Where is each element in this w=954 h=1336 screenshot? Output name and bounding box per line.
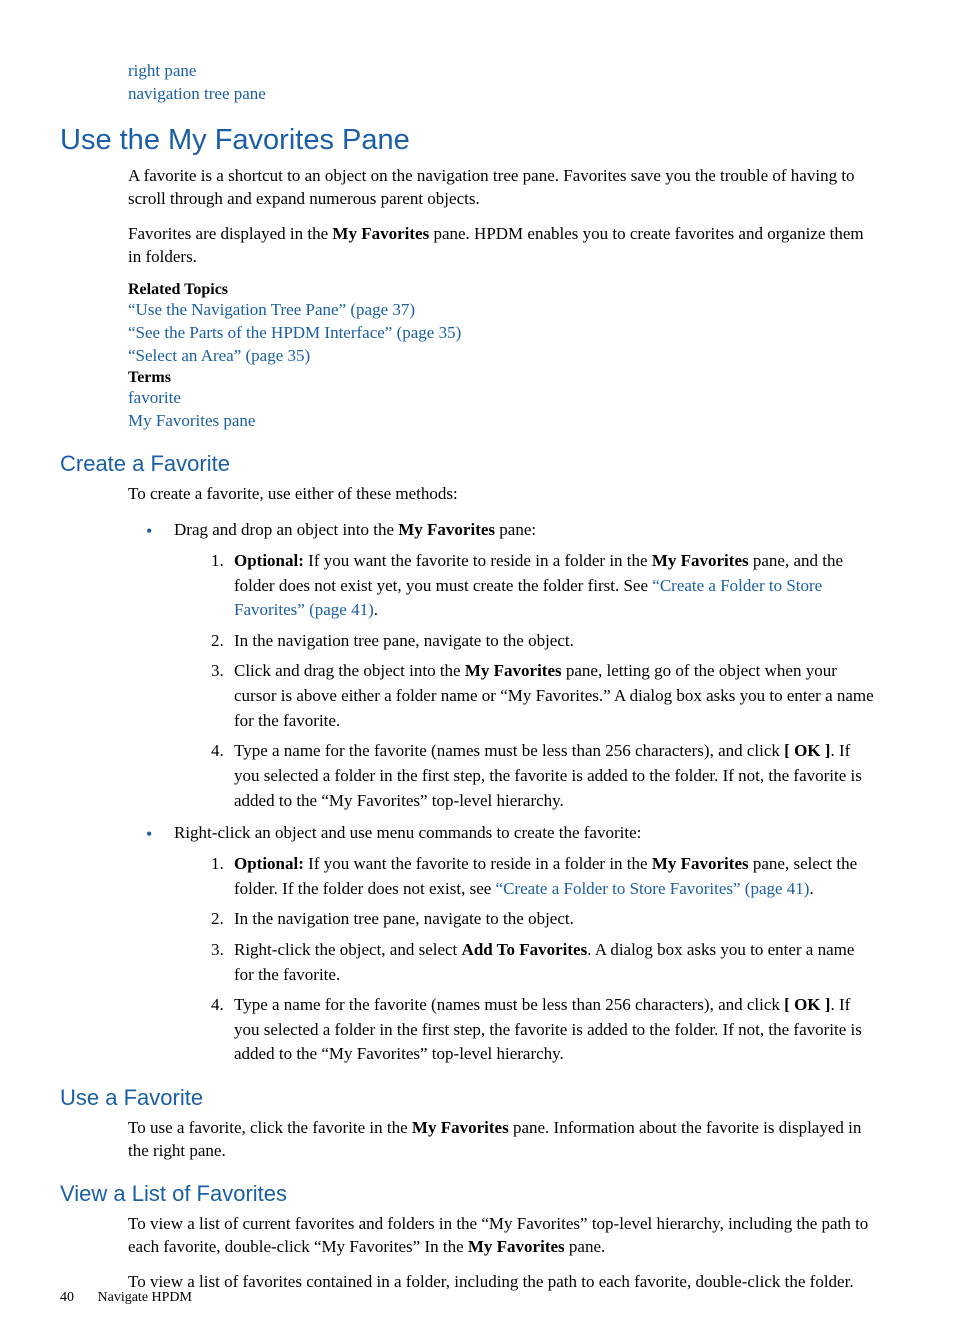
step-add-to-favorites: Right-click the object, and select Add T… [228,938,874,987]
step-navigate-object: In the navigation tree pane, navigate to… [228,629,874,654]
text: If you want the favorite to reside in a … [304,551,652,570]
text: Click and drag the object into the [234,661,465,680]
paragraph-favorite-intro: A favorite is a shortcut to an object on… [128,165,874,211]
step-optional-select-folder: Optional: If you want the favorite to re… [228,852,874,901]
heading-view-list-favorites: View a List of Favorites [60,1181,874,1207]
text: To use a favorite, click the favorite in… [128,1118,412,1137]
step-click-drag: Click and drag the object into the My Fa… [228,659,874,733]
text: Favorites are displayed in the [128,224,332,243]
text: Type a name for the favorite (names must… [234,995,784,1014]
bold-ok: [ OK ] [784,741,830,760]
bold-my-favorites: My Favorites [652,854,749,873]
step-optional-create-folder: Optional: If you want the favorite to re… [228,549,874,623]
bold-my-favorites: My Favorites [412,1118,509,1137]
paragraph-use-favorite: To use a favorite, click the favorite in… [128,1117,874,1163]
bold-my-favorites: My Favorites [332,224,429,243]
label-related-topics: Related Topics [128,281,228,298]
text: Right-click the object, and select [234,940,462,959]
bold-my-favorites: My Favorites [468,1237,565,1256]
text: Right-click an object and use menu comma… [174,823,641,842]
bold-my-favorites: My Favorites [652,551,749,570]
preceding-terms: right pane navigation tree pane [128,60,874,106]
bold-optional: Optional: [234,854,304,873]
text: Type a name for the favorite (names must… [234,741,784,760]
footer-title: Navigate HPDM [98,1290,193,1305]
paragraph-favorites-displayed: Favorites are displayed in the My Favori… [128,223,874,269]
heading-create-a-favorite: Create a Favorite [60,451,874,477]
paragraph-create-intro: To create a favorite, use either of thes… [128,483,874,506]
heading-use-a-favorite: Use a Favorite [60,1085,874,1111]
link-use-navigation-tree-pane[interactable]: “Use the Navigation Tree Pane” (page 37) [128,299,874,322]
text: . [374,600,378,619]
term-favorite[interactable]: favorite [128,387,874,410]
step-type-name-ok: Type a name for the favorite (names must… [228,739,874,813]
page-footer: 40 Navigate HPDM [60,1290,192,1306]
link-create-folder-favorites[interactable]: “Create a Folder to Store Favorites” (pa… [496,879,810,898]
bullet-drag-and-drop: Drag and drop an object into the My Favo… [146,518,874,813]
text: If you want the favorite to reside in a … [304,854,652,873]
label-terms: Terms [128,369,171,386]
bold-ok: [ OK ] [784,995,830,1014]
text: pane. [565,1237,606,1256]
paragraph-view-list-b: To view a list of favorites contained in… [128,1271,874,1294]
bold-my-favorites: My Favorites [465,661,562,680]
step-type-name-ok-2: Type a name for the favorite (names must… [228,993,874,1067]
term-my-favorites-pane[interactable]: My Favorites pane [128,410,874,433]
bold-optional: Optional: [234,551,304,570]
link-select-an-area[interactable]: “Select an Area” (page 35) [128,345,874,368]
term-nav-tree-pane[interactable]: navigation tree pane [128,83,874,106]
step-navigate-object-2: In the navigation tree pane, navigate to… [228,907,874,932]
heading-use-my-favorites-pane: Use the My Favorites Pane [60,124,874,157]
bullet-right-click: Right-click an object and use menu comma… [146,821,874,1067]
term-right-pane[interactable]: right pane [128,60,874,83]
bold-my-favorites: My Favorites [398,520,495,539]
text: pane: [495,520,536,539]
link-see-parts-hpdm-interface[interactable]: “See the Parts of the HPDM Interface” (p… [128,322,874,345]
bold-add-to-favorites: Add To Favorites [462,940,588,959]
page-number: 40 [60,1290,74,1306]
text: Drag and drop an object into the [174,520,398,539]
paragraph-view-list-a: To view a list of current favorites and … [128,1213,874,1259]
text: . [809,879,813,898]
